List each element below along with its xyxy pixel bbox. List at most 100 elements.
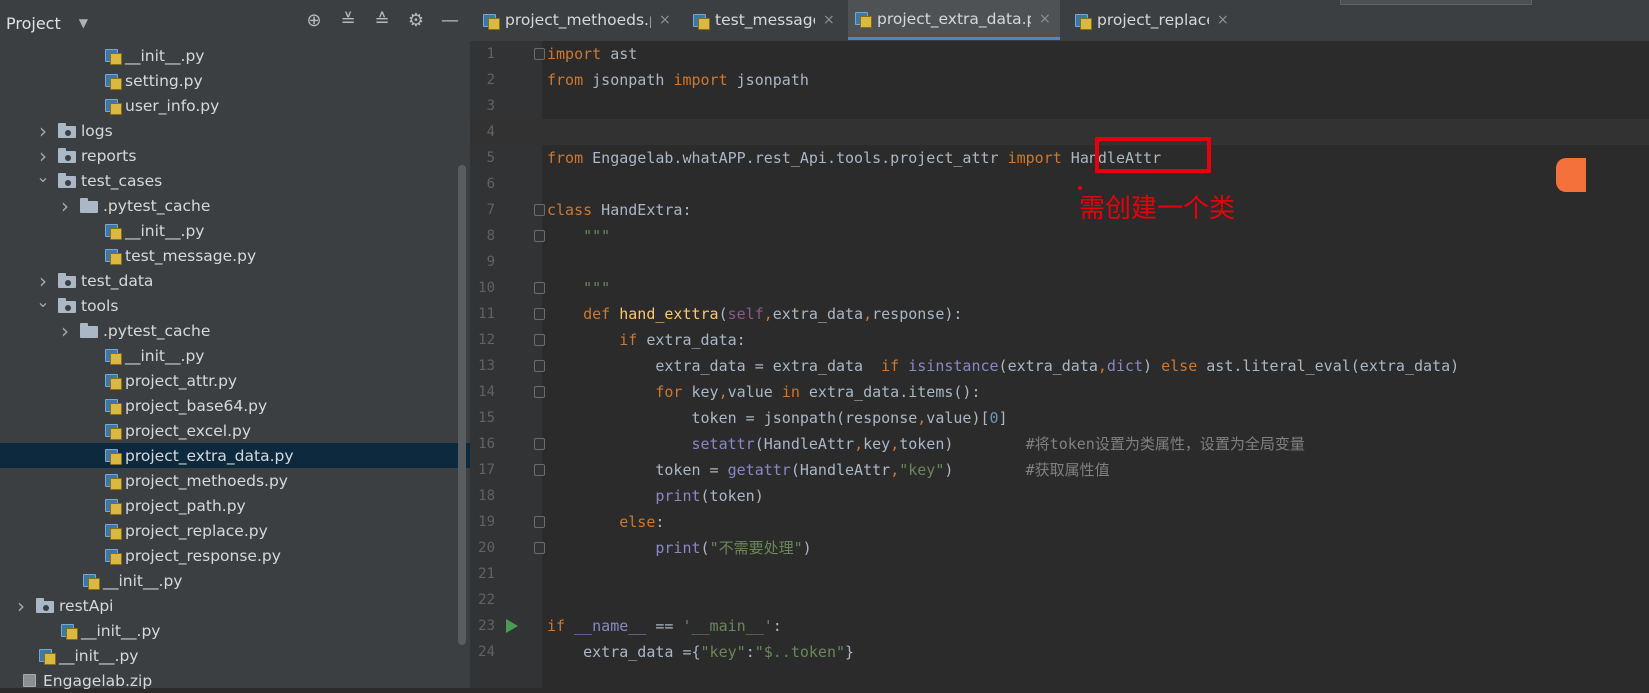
tab-project-replace-py[interactable]: project_replace.py × bbox=[1068, 0, 1238, 40]
chevron-down-icon[interactable]: ⌄ bbox=[36, 292, 50, 311]
line-number: 11 bbox=[478, 306, 495, 322]
fold-marker-icon[interactable] bbox=[534, 282, 545, 294]
code-editor[interactable]: 1 import ast 2 from jsonpath import jsonpat… bbox=[470, 41, 1649, 688]
fold-marker-icon[interactable] bbox=[534, 308, 545, 320]
tree-folder[interactable]: › logs bbox=[0, 118, 470, 143]
fold-marker-icon[interactable] bbox=[534, 204, 545, 216]
code-line[interactable]: 11 def hand_exttra(self,extra_data,respo… bbox=[470, 301, 1649, 327]
search-field-edge[interactable] bbox=[1340, 0, 1532, 5]
code-text: """ bbox=[583, 279, 611, 297]
tree-folder[interactable]: ⌄ test_cases bbox=[0, 167, 470, 193]
code-line[interactable]: 20 print("不需要处理") bbox=[470, 535, 1649, 561]
tab-test-message-py[interactable]: test_message.py × bbox=[686, 0, 844, 40]
project-panel-title[interactable]: Project bbox=[6, 14, 61, 33]
code-line[interactable]: 18 print(token) bbox=[470, 483, 1649, 509]
tree-folder[interactable]: › .pytest_cache bbox=[0, 193, 470, 218]
tree-folder[interactable]: › test_data bbox=[0, 268, 470, 293]
fold-marker-icon[interactable] bbox=[534, 48, 545, 60]
code-line[interactable]: 21 bbox=[470, 561, 1649, 587]
code-line[interactable]: 19 else: bbox=[470, 509, 1649, 535]
tree-folder[interactable]: › .pytest_cache bbox=[0, 318, 470, 343]
tree-item-label: __init__.py bbox=[125, 46, 205, 65]
python-file-icon bbox=[82, 572, 100, 590]
code-line[interactable]: 15 token = jsonpath(response,value)[0] bbox=[470, 405, 1649, 431]
tree-file[interactable]: ›project_response.py bbox=[0, 543, 470, 568]
fold-marker-icon[interactable] bbox=[534, 334, 545, 346]
code-line[interactable]: 2 from jsonpath import jsonpath bbox=[470, 67, 1649, 93]
code-line[interactable]: 14 for key,value in extra_data.items(): bbox=[470, 379, 1649, 405]
tree-folder[interactable]: › restApi bbox=[0, 593, 470, 618]
chevron-right-icon[interactable]: › bbox=[58, 319, 72, 343]
close-icon[interactable]: × bbox=[1039, 11, 1051, 27]
code-line[interactable]: 8 """ bbox=[470, 223, 1649, 249]
code-line[interactable]: 6 bbox=[470, 171, 1649, 197]
chevron-right-icon[interactable]: › bbox=[36, 144, 50, 168]
tree-folder[interactable]: ⌄ tools bbox=[0, 292, 470, 318]
tree-file[interactable]: ›Engagelab.zip bbox=[0, 668, 470, 693]
tree-file[interactable]: ›__init__.py bbox=[0, 218, 470, 243]
tree-file[interactable]: ›project_attr.py bbox=[0, 368, 470, 393]
tree-file[interactable]: ›project_path.py bbox=[0, 493, 470, 518]
tree-file[interactable]: ›project_excel.py bbox=[0, 418, 470, 443]
run-icon[interactable] bbox=[506, 619, 518, 633]
python-file-icon bbox=[104, 97, 122, 115]
code-line[interactable]: 12 if extra_data: bbox=[470, 327, 1649, 353]
code-line[interactable]: 3 bbox=[470, 93, 1649, 119]
tree-file[interactable]: ›__init__.py bbox=[0, 568, 470, 593]
python-file-icon bbox=[104, 447, 122, 465]
tree-file[interactable]: ›__init__.py bbox=[0, 618, 470, 643]
code-line[interactable]: 4 bbox=[470, 119, 1649, 145]
python-file-icon bbox=[104, 222, 122, 240]
tree-file[interactable]: ›project_replace.py bbox=[0, 518, 470, 543]
floating-assistant-badge[interactable] bbox=[1556, 158, 1586, 192]
tree-folder[interactable]: › reports bbox=[0, 143, 470, 168]
close-icon[interactable]: × bbox=[659, 12, 671, 28]
target-icon[interactable]: ⊕ bbox=[304, 10, 324, 32]
line-number: 21 bbox=[478, 566, 495, 582]
fold-marker-icon[interactable] bbox=[534, 438, 545, 450]
collapse-all-icon[interactable]: ≙ bbox=[372, 10, 392, 32]
fold-marker-icon[interactable] bbox=[534, 230, 545, 242]
expand-all-icon[interactable]: ≚ bbox=[338, 10, 358, 32]
code-line[interactable]: 10 """ bbox=[470, 275, 1649, 301]
code-line[interactable]: 7 class HandExtra: bbox=[470, 197, 1649, 223]
tree-file[interactable]: ›test_message.py bbox=[0, 243, 470, 268]
code-line[interactable]: 1 import ast bbox=[470, 41, 1649, 67]
tree-file[interactable]: ›__init__.py bbox=[0, 643, 470, 668]
tree-scrollbar[interactable] bbox=[458, 165, 466, 645]
chevron-right-icon[interactable]: › bbox=[36, 119, 50, 143]
tree-file[interactable]: ›setting.py bbox=[0, 68, 470, 93]
code-line[interactable]: 22 bbox=[470, 587, 1649, 613]
chevron-right-icon[interactable]: › bbox=[36, 269, 50, 293]
fold-marker-icon[interactable] bbox=[534, 360, 545, 372]
fold-marker-icon[interactable] bbox=[534, 516, 545, 528]
code-line[interactable]: 24 extra_data ={"key":"$..token"} bbox=[470, 639, 1649, 665]
gear-icon[interactable]: ⚙ bbox=[406, 10, 426, 32]
chevron-right-icon[interactable]: › bbox=[14, 594, 28, 618]
chevron-down-icon[interactable]: ▼ bbox=[79, 16, 88, 30]
code-line[interactable]: 13 extra_data = extra_data if isinstance… bbox=[470, 353, 1649, 379]
fold-marker-icon[interactable] bbox=[534, 464, 545, 476]
code-text: def hand_exttra(self,extra_data,response… bbox=[583, 305, 963, 323]
tab-project-extra-data-py[interactable]: project_extra_data.py × bbox=[848, 0, 1060, 40]
code-line[interactable]: 23 if __name__ == '__main__': bbox=[470, 613, 1649, 639]
minimize-icon[interactable]: — bbox=[440, 10, 460, 32]
tree-file[interactable]: ›user_info.py bbox=[0, 93, 470, 118]
tree-file[interactable]: ›project_methoeds.py bbox=[0, 468, 470, 493]
close-icon[interactable]: × bbox=[823, 12, 835, 28]
close-icon[interactable]: × bbox=[1217, 12, 1229, 28]
code-line[interactable]: 9 bbox=[470, 249, 1649, 275]
chevron-down-icon[interactable]: ⌄ bbox=[36, 167, 50, 186]
tree-file[interactable]: ›project_extra_data.py bbox=[0, 443, 470, 468]
code-line[interactable]: 5 from Engagelab.whatAPP.rest_Api.tools.p… bbox=[470, 145, 1649, 171]
fold-marker-icon[interactable] bbox=[534, 542, 545, 554]
tree-file[interactable]: ›project_base64.py bbox=[0, 393, 470, 418]
code-line[interactable]: 16 setattr(HandleAttr,key,token) #将token… bbox=[470, 431, 1649, 457]
fold-marker-icon[interactable] bbox=[534, 386, 545, 398]
tab-project-methoeds-py[interactable]: project_methoeds.py × bbox=[476, 0, 680, 40]
tree-file[interactable]: ›__init__.py bbox=[0, 43, 470, 68]
tree-file[interactable]: ›__init__.py bbox=[0, 343, 470, 368]
code-line[interactable]: 17 token = getattr(HandleAttr,"key") #获取… bbox=[470, 457, 1649, 483]
chevron-right-icon[interactable]: › bbox=[58, 194, 72, 218]
package-folder-icon bbox=[58, 273, 77, 288]
